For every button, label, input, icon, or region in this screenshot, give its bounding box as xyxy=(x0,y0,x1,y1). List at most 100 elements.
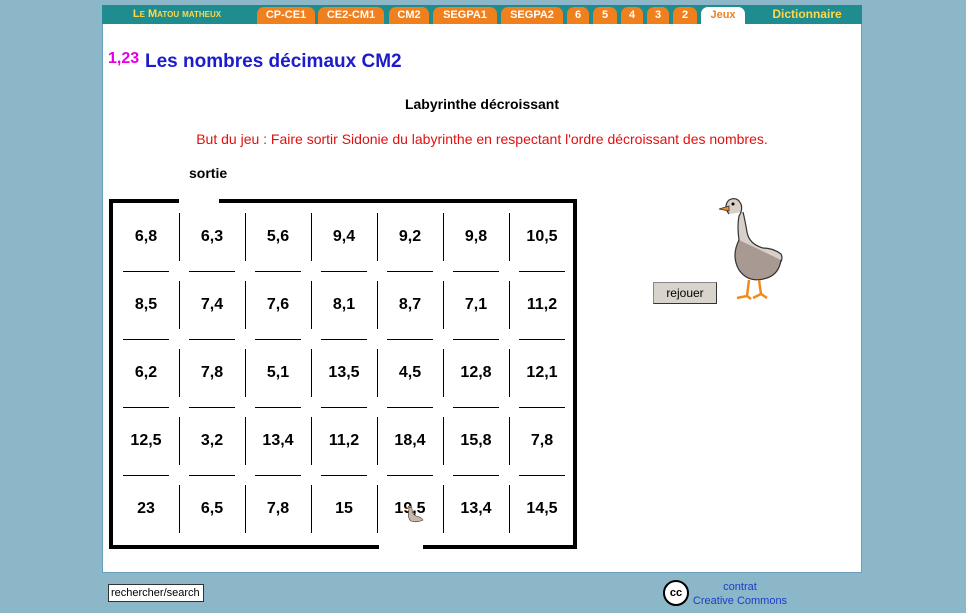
maze-cell[interactable]: 11,2 xyxy=(311,407,377,475)
maze-wall xyxy=(519,339,565,340)
maze-cell[interactable]: 13,4 xyxy=(443,475,509,543)
maze-cell[interactable]: 5,6 xyxy=(245,203,311,271)
maze-wall xyxy=(453,475,499,476)
maze-cell[interactable]: 6,3 xyxy=(179,203,245,271)
maze-wall xyxy=(245,349,246,397)
tab-jeux[interactable]: Jeux xyxy=(701,7,745,24)
license-link[interactable]: contrat Creative Commons xyxy=(690,580,790,608)
maze-wall xyxy=(189,475,235,476)
maze-wall xyxy=(377,281,378,329)
replay-button[interactable]: rejouer xyxy=(653,282,717,304)
goose-icon xyxy=(718,198,783,300)
game-title: Labyrinthe décroissant xyxy=(404,96,560,112)
maze-wall xyxy=(443,485,444,533)
maze-cell[interactable]: 14,5 xyxy=(509,475,575,543)
maze-wall xyxy=(245,213,246,261)
maze-wall xyxy=(377,417,378,465)
maze-wall xyxy=(123,475,169,476)
maze-cell[interactable]: 13,5 xyxy=(311,339,377,407)
maze-cell[interactable]: 9,8 xyxy=(443,203,509,271)
maze-wall xyxy=(321,339,367,340)
maze-cell[interactable]: 5,1 xyxy=(245,339,311,407)
player-goose-icon xyxy=(405,505,424,523)
maze-wall xyxy=(377,349,378,397)
maze-wall xyxy=(311,281,312,329)
license-line-1[interactable]: contrat xyxy=(690,580,790,594)
maze-cell[interactable]: 4,5 xyxy=(377,339,443,407)
maze-wall xyxy=(179,417,180,465)
maze-wall xyxy=(123,407,169,408)
maze-cell[interactable]: 8,7 xyxy=(377,271,443,339)
maze-wall xyxy=(123,271,169,272)
maze-cell[interactable]: 7,4 xyxy=(179,271,245,339)
maze-cell[interactable]: 9,4 xyxy=(311,203,377,271)
tab-4[interactable]: 4 xyxy=(621,7,643,24)
maze-wall xyxy=(509,417,510,465)
maze-wall xyxy=(509,213,510,261)
maze-cell[interactable]: 6,5 xyxy=(179,475,245,543)
maze-cell[interactable]: 6,2 xyxy=(113,339,179,407)
maze-wall xyxy=(123,339,169,340)
maze-wall xyxy=(189,271,235,272)
maze-cell[interactable]: 12,8 xyxy=(443,339,509,407)
maze-wall xyxy=(189,407,235,408)
maze-cell[interactable]: 7,1 xyxy=(443,271,509,339)
creative-commons-icon[interactable]: cc xyxy=(663,580,689,606)
tab-3[interactable]: 3 xyxy=(647,7,669,24)
maze-cell[interactable]: 12,1 xyxy=(509,339,575,407)
maze-cell[interactable]: 9,2 xyxy=(377,203,443,271)
tab-segpa2[interactable]: SEGPA2 xyxy=(501,7,563,24)
maze-wall xyxy=(255,475,301,476)
maze-cell[interactable]: 11,2 xyxy=(509,271,575,339)
maze-cell[interactable]: 8,5 xyxy=(113,271,179,339)
tab-cp-ce1[interactable]: CP-CE1 xyxy=(257,7,315,24)
maze-wall xyxy=(519,271,565,272)
maze-cell[interactable]: 6,8 xyxy=(113,203,179,271)
tab-5[interactable]: 5 xyxy=(593,7,617,24)
maze-cell[interactable]: 7,8 xyxy=(245,475,311,543)
maze-wall xyxy=(245,281,246,329)
maze-cell[interactable]: 12,5 xyxy=(113,407,179,475)
maze-wall xyxy=(245,485,246,533)
license-line-2[interactable]: Creative Commons xyxy=(690,594,790,608)
tab-6[interactable]: 6 xyxy=(567,7,589,24)
maze-wall xyxy=(311,417,312,465)
maze-wall xyxy=(321,271,367,272)
maze-wall xyxy=(387,475,433,476)
maze-cell[interactable]: 18,4 xyxy=(377,407,443,475)
dictionary-link[interactable]: Dictionnaire xyxy=(757,5,857,24)
maze-wall xyxy=(387,339,433,340)
top-nav: Le Matou matheux CP-CE1 CE2-CM1 CM2 SEGP… xyxy=(102,5,862,24)
maze-wall xyxy=(519,475,565,476)
maze-grid: 6,8 6,3 5,6 9,4 9,2 9,8 10,5 8,5 7,4 7,6 8,1 8,7 7,1… xyxy=(113,203,573,545)
maze-wall xyxy=(443,281,444,329)
page-badge: 1,23 xyxy=(108,50,140,67)
maze-cell[interactable]: 13,4 xyxy=(245,407,311,475)
maze-cell[interactable]: 3,2 xyxy=(179,407,245,475)
maze-cell[interactable]: 7,6 xyxy=(245,271,311,339)
maze-wall xyxy=(245,417,246,465)
maze-wall xyxy=(387,407,433,408)
maze-wall xyxy=(377,213,378,261)
site-brand-link[interactable]: Le Matou matheux xyxy=(102,5,252,24)
maze-wall xyxy=(179,281,180,329)
tab-2[interactable]: 2 xyxy=(673,7,697,24)
maze-cell[interactable]: 7,8 xyxy=(179,339,245,407)
maze-cell[interactable]: 15,8 xyxy=(443,407,509,475)
maze-cell[interactable]: 15 xyxy=(311,475,377,543)
maze-exit-label: sortie xyxy=(189,165,228,181)
tab-segpa1[interactable]: SEGPA1 xyxy=(433,7,497,24)
maze-cell[interactable]: 8,1 xyxy=(311,271,377,339)
maze-wall xyxy=(321,475,367,476)
maze-wall xyxy=(509,349,510,397)
maze-wall xyxy=(179,349,180,397)
maze-cell[interactable]: 10,5 xyxy=(509,203,575,271)
search-input[interactable] xyxy=(108,584,204,602)
tab-ce2-cm1[interactable]: CE2-CM1 xyxy=(318,7,384,24)
maze-wall xyxy=(189,339,235,340)
tab-cm2[interactable]: CM2 xyxy=(389,7,429,24)
maze-cell[interactable]: 23 xyxy=(113,475,179,543)
maze-cell[interactable]: 7,8 xyxy=(509,407,575,475)
maze-wall xyxy=(453,407,499,408)
maze-wall xyxy=(519,407,565,408)
